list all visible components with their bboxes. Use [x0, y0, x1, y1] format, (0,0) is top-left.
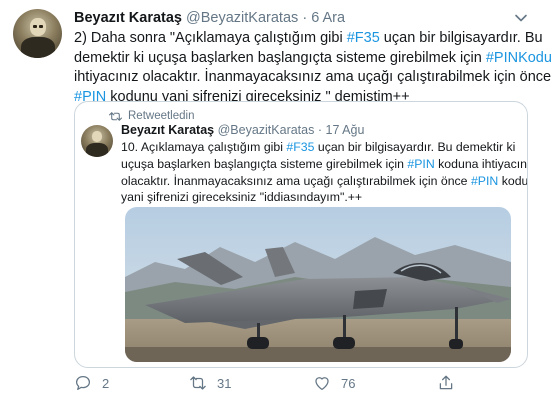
quote-line: olacaktır. İnanmayacaksınız ama uçağı ça… [121, 173, 527, 190]
retweet-indicator: Retweetledin [109, 109, 194, 123]
retweet-icon [109, 111, 122, 121]
quoted-author-avatar[interactable] [81, 125, 113, 157]
hashtag-link[interactable]: #F35 [286, 140, 314, 154]
f35-jet-photo [125, 207, 511, 362]
quoted-author-name[interactable]: Beyazıt Karataş [121, 123, 214, 137]
text-segment: uçan bir bilgisayardır. Bu demektir ki [314, 140, 516, 154]
text-segment: 2) Daha sonra "Açıklamaya çalıştığım gib… [74, 30, 347, 46]
avatar-eye [33, 25, 37, 28]
quote-line: 10. Açıklamaya çalıştığım gibi #F35 uçan… [121, 139, 521, 156]
quoted-author-handle[interactable]: @BeyazitKaratas [218, 123, 315, 137]
tweet-text: 2) Daha sonra "Açıklamaya çalıştığım gib… [74, 29, 551, 107]
text-segment: kodunu [501, 173, 528, 188]
like-button[interactable]: 76 [313, 371, 355, 395]
author-avatar[interactable] [13, 9, 62, 58]
quoted-tweet-text: 10. Açıklamaya çalıştığım gibi #F35 uçan… [121, 139, 527, 206]
avatar-figure-body [21, 37, 55, 58]
share-icon [439, 375, 453, 390]
avatar-figure-head [92, 131, 102, 142]
text-segment: ihtiyacınız olacaktır. İnanmayacaksınız … [74, 69, 551, 85]
avatar-figure-body [86, 143, 108, 157]
hashtag-link[interactable]: #PINKodu [486, 50, 551, 66]
tweet-actions: 2 31 76 [74, 371, 534, 397]
text-segment: olacaktır. İnanmayacaksınız ama uçağı ça… [121, 173, 471, 188]
text-segment: uçan bir bilgisayardır. Bu [379, 30, 543, 46]
like-icon [315, 377, 329, 391]
retweet-button[interactable]: 31 [189, 371, 231, 395]
reply-button[interactable]: 2 [74, 371, 109, 395]
header-separator: · [302, 10, 308, 26]
header-separator: · [317, 123, 323, 137]
text-segment: yani şifrenizi gireceksiniz "iddiasınday… [121, 190, 363, 205]
quoted-tweet-date[interactable]: 17 Ağu [326, 123, 365, 137]
quoted-tweet-card[interactable]: Retweetledin Beyazıt Karataş @BeyazitKar… [74, 101, 528, 368]
retweet-label: Retweetledin [128, 110, 195, 122]
text-segment: koduna ihtiyacınız [434, 156, 528, 171]
tweet-line: ihtiyacınız olacaktır. İnanmayacaksınız … [74, 68, 551, 88]
hashtag-link[interactable]: #F35 [347, 30, 380, 46]
hashtag-link[interactable]: #PIN [471, 174, 498, 188]
tweet-date[interactable]: 6 Ara [311, 10, 345, 26]
tweet-header: Beyazıt Karataş @BeyazitKaratas · 6 Ara [74, 9, 345, 27]
caret-down-icon[interactable] [513, 10, 529, 26]
quote-line: yani şifrenizi gireceksiniz "iddiasınday… [121, 189, 521, 206]
reply-count: 2 [102, 375, 110, 391]
author-name[interactable]: Beyazıt Karataş [74, 10, 182, 26]
retweet-count: 31 [217, 375, 232, 391]
reply-icon [75, 375, 91, 391]
text-segment: 10. Açıklamaya çalıştığım gibi [121, 140, 287, 154]
text-segment: demektir ki uçuşa başlarken başlangıçta … [74, 49, 486, 66]
share-button[interactable] [437, 371, 455, 395]
text-segment: uçuşa başlarken başlangıçta sisteme gire… [121, 156, 408, 171]
quoted-tweet-image[interactable] [125, 207, 511, 362]
retweet-icon [190, 376, 206, 390]
tweet-line: 2) Daha sonra "Açıklamaya çalıştığım gib… [74, 29, 543, 49]
author-handle[interactable]: @BeyazitKaratas [186, 10, 298, 26]
hashtag-link[interactable]: #PIN [407, 157, 434, 171]
quoted-tweet-header: Beyazıt Karataş @BeyazitKaratas · 17 Ağu [121, 122, 364, 138]
like-count: 76 [341, 375, 356, 391]
quote-line: uçuşa başlarken başlangıçta sisteme gire… [121, 156, 527, 173]
tweet-line: demektir ki uçuşa başlarken başlangıçta … [74, 49, 551, 69]
avatar-eye [39, 25, 43, 28]
